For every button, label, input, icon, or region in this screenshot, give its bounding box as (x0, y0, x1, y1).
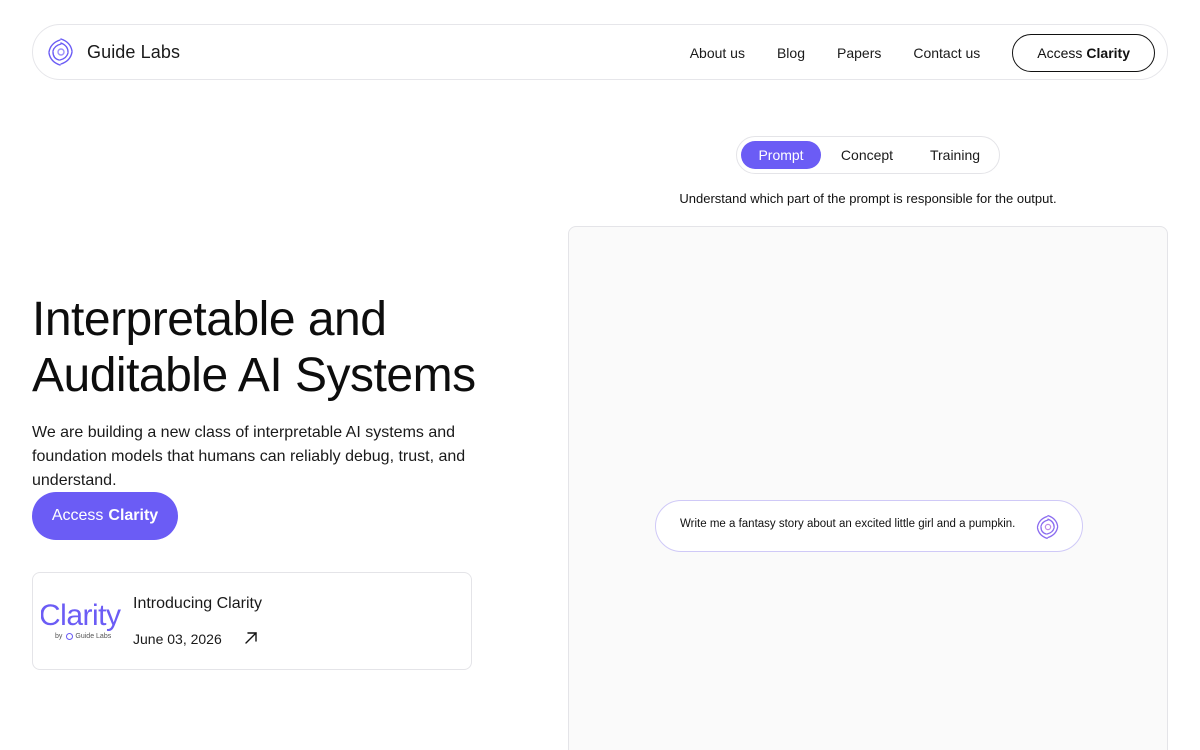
clarity-logo-word: Clarity (41, 599, 121, 632)
hero-title-line2: Auditable AI Systems (32, 349, 476, 402)
hero-title-line1: Interpretable and (32, 293, 387, 346)
nav-blog[interactable]: Blog (777, 45, 805, 61)
hero-cta-prefix: Access (51, 507, 104, 524)
demo-panel: Write me a fantasy story about an excite… (568, 226, 1168, 750)
tab-prompt[interactable]: Prompt (741, 141, 821, 169)
news-card-date: June 03, 2026 (133, 631, 222, 647)
clarity-logo-brand: Guide Labs (75, 633, 112, 640)
header-cta-prefix: Access (1037, 45, 1083, 61)
main-nav: About us Blog Papers Contact us Access C… (690, 34, 1155, 72)
spiral-mini-icon (66, 633, 74, 640)
news-card-introducing-clarity[interactable]: Clarity by Guide Labs Introducing Clarit… (32, 572, 472, 670)
nav-about-us[interactable]: About us (690, 45, 745, 61)
brand[interactable]: Guide Labs (45, 36, 180, 68)
arrow-up-right-icon[interactable] (243, 630, 259, 646)
demo-caption: Understand which part of the prompt is r… (679, 191, 1057, 206)
brand-name: Guide Labs (87, 41, 181, 62)
clarity-logo-byline: by Guide Labs (55, 633, 111, 640)
tab-training[interactable]: Training (917, 141, 993, 169)
hero-title: Interpretable and Auditable AI Systems (32, 292, 552, 404)
prompt-input[interactable]: Write me a fantasy story about an excite… (655, 500, 1083, 552)
prompt-text: Write me a fantasy story about an excite… (680, 518, 1016, 530)
hero-access-clarity-button[interactable]: Access Clarity (32, 492, 178, 540)
nav-contact-us[interactable]: Contact us (913, 45, 980, 61)
spiral-logo-icon (48, 38, 73, 66)
header-access-clarity-button[interactable]: Access Clarity (1012, 34, 1155, 72)
clarity-logo-by: by (55, 633, 63, 640)
spiral-logo-icon[interactable] (1034, 513, 1062, 541)
nav-papers[interactable]: Papers (837, 45, 881, 61)
tab-concept[interactable]: Concept (829, 141, 905, 169)
clarity-logo: Clarity by Guide Labs (41, 599, 127, 645)
news-card-title: Introducing Clarity (133, 595, 262, 612)
hero-cta-emphasis: Clarity (108, 507, 159, 524)
site-header: Guide Labs About us Blog Papers Contact … (32, 24, 1168, 80)
header-cta-emphasis: Clarity (1086, 45, 1130, 61)
demo-tabs: Prompt Concept Training (736, 136, 1000, 174)
hero-description: We are building a new class of interpret… (32, 424, 466, 489)
